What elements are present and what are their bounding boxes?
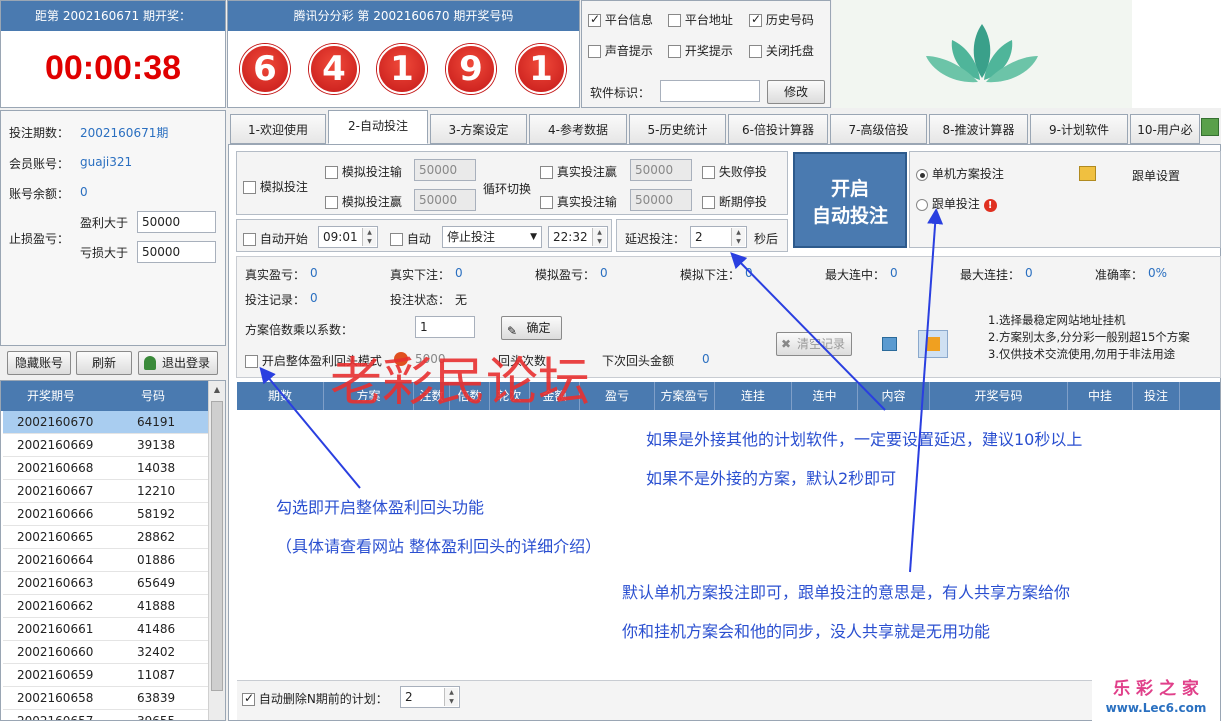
annotation-arrows (259, 208, 944, 573)
arrow-rollback (259, 366, 361, 489)
site-logo: 乐 彩 之 家 www.Lec6.com (1092, 678, 1220, 721)
arrow-delay (730, 252, 886, 411)
logo-url: www.Lec6.com (1105, 701, 1207, 715)
logo-title: 乐 彩 之 家 (1113, 679, 1199, 699)
arrow-follow (909, 208, 944, 573)
